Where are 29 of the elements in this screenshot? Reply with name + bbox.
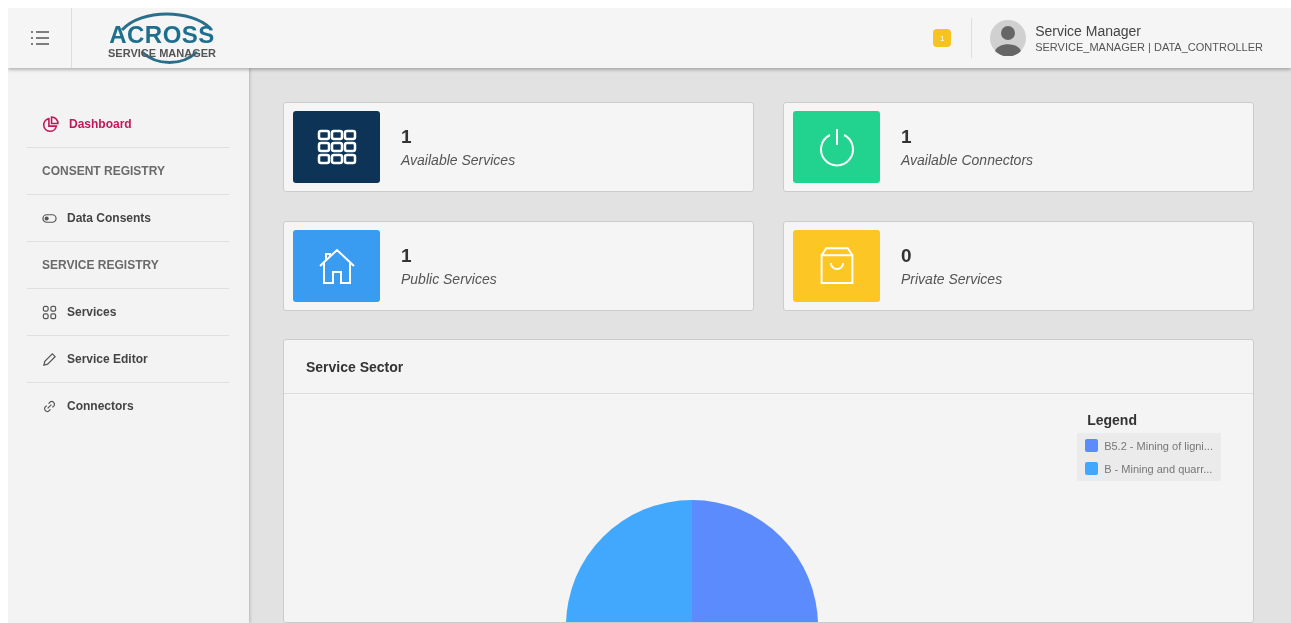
section-heading: CONSENT REGISTRY: [27, 148, 229, 195]
stat-value: 0: [901, 245, 913, 267]
logo-title: ACROSS: [109, 23, 215, 47]
legend-label: B - Mining and quarr...: [1104, 462, 1213, 475]
avatar-silhouette[interactable]: [990, 20, 1027, 56]
stat-label: Available Services: [401, 152, 516, 168]
user-name: Service Manager: [1035, 23, 1142, 39]
sidebar-item[interactable]: Data Consents: [27, 195, 229, 242]
stat-value: 1: [901, 126, 913, 148]
grid-icon: [42, 304, 57, 320]
sidebar-item[interactable]: Services: [27, 289, 229, 336]
stat-label: Private Services: [901, 271, 1003, 287]
pie-chart-icon: [42, 115, 59, 133]
section-heading: SERVICE REGISTRY: [27, 242, 229, 289]
sidebar-item[interactable]: Connectors: [27, 383, 229, 429]
stat-value: 1: [401, 245, 413, 267]
grid-icon: [316, 127, 357, 167]
legend-label: B5.2 - Mining of ligni...: [1104, 439, 1213, 452]
stat-label: Public Services: [401, 271, 497, 287]
stat-value: 1: [401, 126, 413, 148]
sidebar-item[interactable]: Service Editor: [27, 336, 229, 383]
sidebar-item[interactable]: Dashboard: [27, 101, 229, 148]
user-roles: SERVICE_MANAGER | DATA_CONTROLLER: [1035, 41, 1263, 53]
panel-title: Service Sector: [284, 340, 1253, 394]
stat-label: Available Connectors: [901, 152, 1034, 168]
pencil-icon: [42, 351, 57, 367]
legend-title: Legend: [1087, 412, 1138, 428]
logo-subtitle: SERVICE MANAGER: [108, 47, 216, 59]
link-icon: [42, 398, 57, 414]
